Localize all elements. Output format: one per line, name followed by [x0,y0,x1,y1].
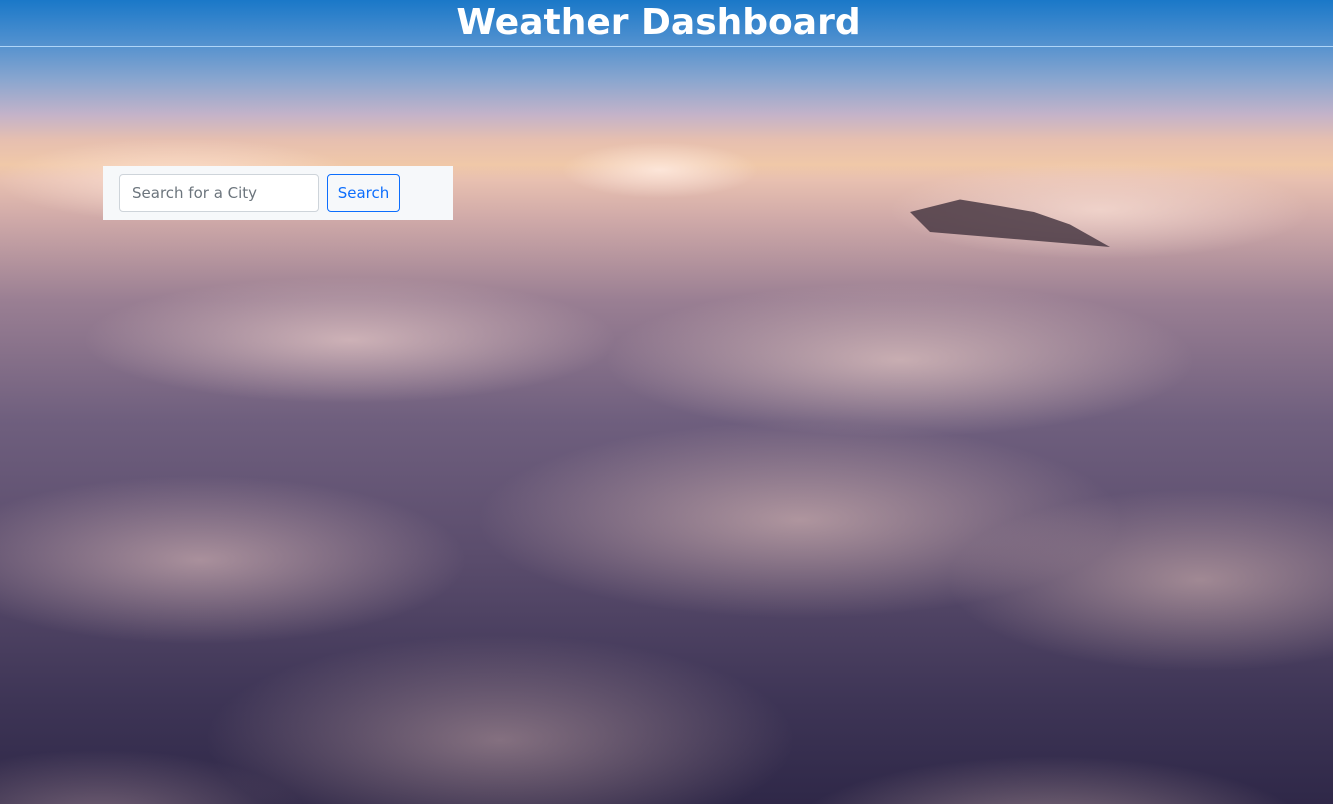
page-title: Weather Dashboard [456,2,861,43]
background-image [0,0,1333,804]
search-panel: Search [103,166,453,220]
page-header: Weather Dashboard [0,0,1333,47]
cloud-layer [0,140,1333,804]
city-search-input[interactable] [119,174,319,212]
search-button[interactable]: Search [327,174,400,212]
